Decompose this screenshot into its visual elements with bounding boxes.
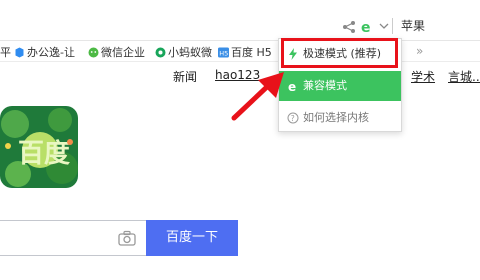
- svg-text:百度: 百度: [18, 138, 70, 169]
- bookmark-item[interactable]: 微信企业: [88, 44, 145, 60]
- bookmark-label: 微信企业: [101, 46, 145, 59]
- bookmark-item[interactable]: 办公逸-让: [14, 44, 75, 60]
- search-button[interactable]: 百度一下: [146, 220, 238, 256]
- bookmark-label: 小蚂蚁微: [168, 46, 212, 59]
- help-icon: ?: [287, 112, 299, 124]
- browser-engine-icon[interactable]: e: [360, 19, 375, 34]
- menu-item-label: 如何选择内核: [303, 111, 369, 124]
- apple-menu[interactable]: 苹果: [401, 17, 425, 34]
- bookmarks-overflow[interactable]: »: [416, 44, 423, 58]
- menu-item-compat-mode[interactable]: e 兼容模式: [279, 71, 401, 101]
- baidu-doodle-logo[interactable]: 百度: [0, 106, 78, 188]
- menu-item-how-to-choose[interactable]: ? 如何选择内核: [279, 103, 401, 133]
- h5-icon: H5: [218, 47, 229, 58]
- bookmark-item[interactable]: 平: [0, 44, 11, 60]
- office-icon: [15, 47, 24, 58]
- nav-academic[interactable]: 学术: [411, 68, 435, 85]
- annotation-highlight-box: [281, 38, 398, 68]
- annotation-arrow: [231, 72, 284, 121]
- chevron-down-icon[interactable]: [379, 21, 389, 31]
- ie-icon: e: [288, 80, 296, 92]
- toolbar-separator: [392, 18, 393, 34]
- menu-item-label: 兼容模式: [303, 79, 347, 92]
- bookmark-label: 办公逸-让: [27, 46, 75, 59]
- bookmark-item[interactable]: H5 百度 H5: [218, 44, 272, 60]
- nav-news[interactable]: 新闻: [173, 68, 197, 85]
- nav-more[interactable]: 言城...: [448, 68, 480, 85]
- svg-text:e: e: [361, 20, 371, 34]
- svg-text:?: ?: [291, 114, 295, 123]
- wechat-icon: [88, 47, 99, 58]
- ant-icon: [155, 47, 166, 58]
- bookmarks-divider: [0, 61, 480, 62]
- share-icon[interactable]: [342, 20, 356, 34]
- svg-text:H5: H5: [219, 50, 228, 58]
- bookmark-label: 百度 H5: [231, 46, 272, 59]
- camera-icon[interactable]: [118, 230, 136, 246]
- bookmark-label: 平: [0, 46, 11, 59]
- bookmark-item[interactable]: 小蚂蚁微: [155, 44, 212, 60]
- svg-text:e: e: [288, 80, 296, 92]
